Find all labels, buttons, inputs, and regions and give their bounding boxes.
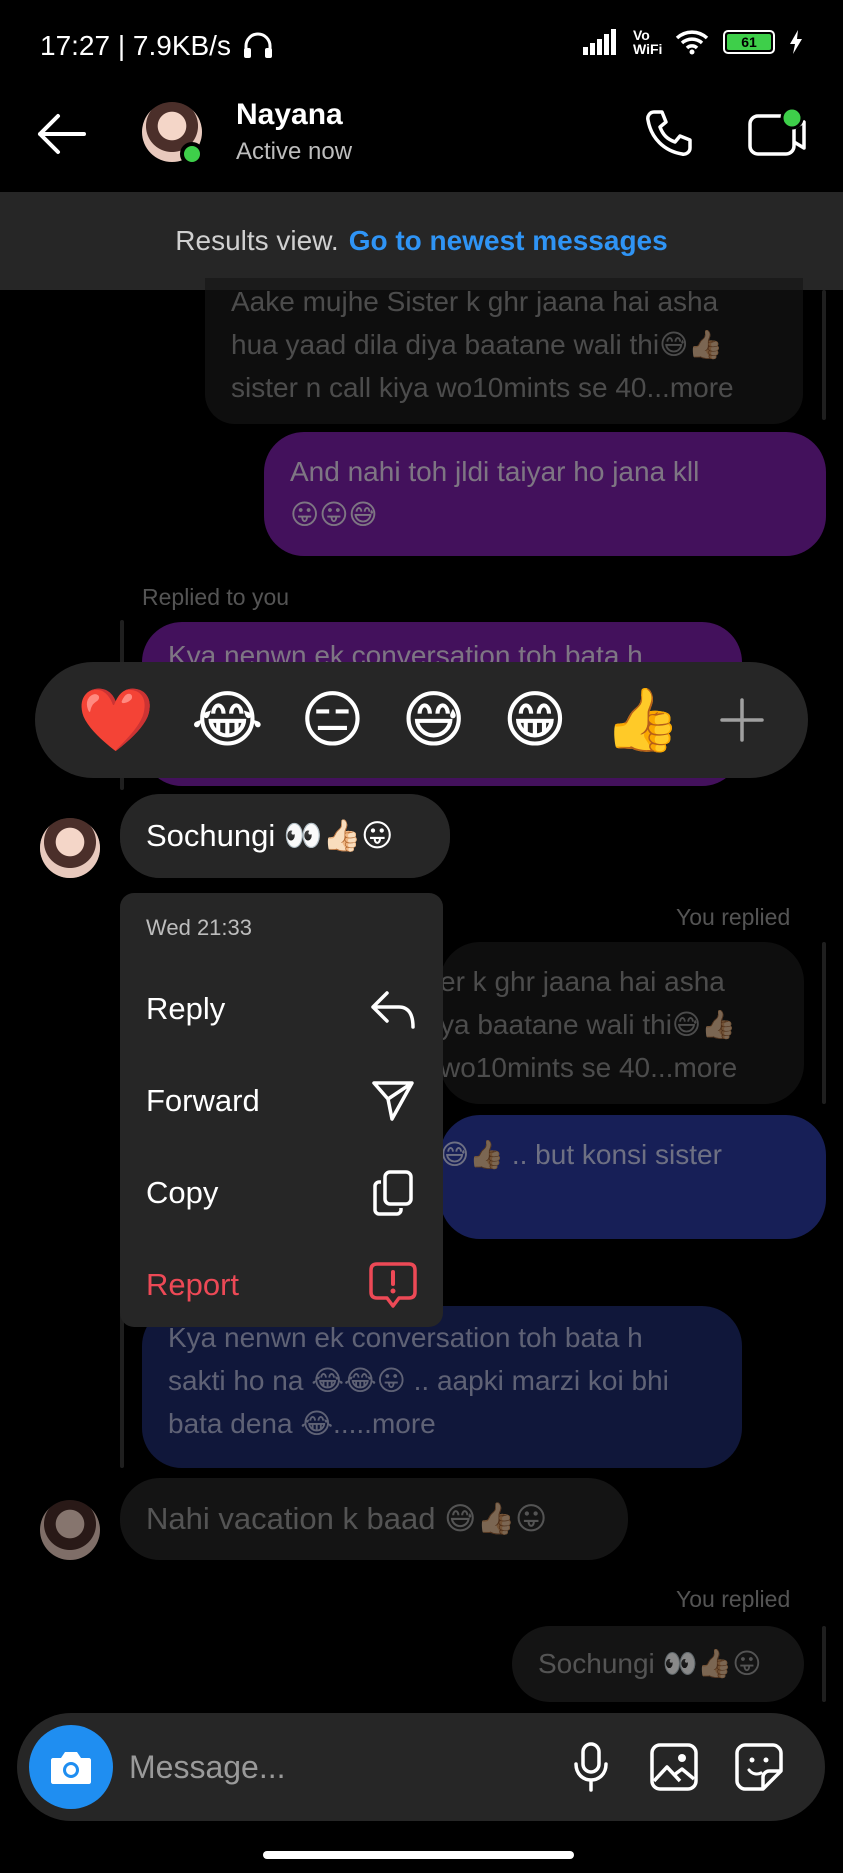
battery-level: 61	[727, 34, 771, 50]
reaction-heart[interactable]: ❤️	[77, 689, 154, 751]
menu-item-label: Report	[146, 1267, 240, 1302]
results-label: Results view.	[175, 225, 339, 256]
message-text: Sochungi 👀👍🏻😛	[146, 818, 394, 853]
menu-item-forward[interactable]: Forward	[146, 1055, 417, 1147]
battery-icon: 61	[723, 30, 775, 54]
camera-button[interactable]	[29, 1725, 113, 1809]
selected-message-highlight[interactable]: Sochungi 👀👍🏻😛	[120, 794, 450, 878]
message-composer	[17, 1713, 825, 1821]
sticker-icon	[735, 1743, 783, 1791]
signal-icon	[583, 29, 616, 55]
selected-sender-avatar	[40, 818, 100, 878]
message-timestamp: Wed 21:33	[146, 915, 253, 940]
status-time: 17:27 | 7.9KB/s	[40, 30, 231, 61]
vowifi-label: Vo WiFi	[633, 27, 663, 57]
menu-item-report[interactable]: Report	[146, 1239, 417, 1331]
menu-item-reply[interactable]: Reply	[146, 963, 417, 1055]
plus-icon[interactable]	[718, 696, 766, 744]
back-arrow-icon[interactable]	[34, 112, 86, 156]
menu-item-label: Forward	[146, 1083, 260, 1118]
microphone-icon	[574, 1742, 608, 1792]
menu-item-label: Copy	[146, 1175, 219, 1210]
reaction-grin[interactable]: 😁	[503, 689, 568, 751]
camera-icon	[51, 1752, 91, 1784]
microphone-button[interactable]	[565, 1741, 617, 1793]
reaction-laughing[interactable]: 😂	[191, 689, 263, 751]
phone-icon[interactable]	[644, 108, 694, 158]
reaction-sweat-smile[interactable]: 😅	[401, 689, 466, 751]
reaction-thumbs-up[interactable]: 👍	[604, 689, 681, 751]
message-context-menu: Wed 21:33 Reply Forward Copy Report	[120, 893, 443, 1327]
reaction-bar: ❤️ 😂 😑 😅 😁 👍	[35, 662, 808, 778]
report-icon	[369, 1261, 417, 1309]
contact-status: Active now	[236, 138, 353, 165]
headphones-icon	[244, 32, 272, 58]
gallery-button[interactable]	[648, 1741, 700, 1793]
charging-icon	[790, 30, 802, 54]
gallery-icon	[650, 1743, 698, 1791]
results-banner: Results view. Go to newest messages	[0, 192, 843, 290]
menu-item-copy[interactable]: Copy	[146, 1147, 417, 1239]
video-call-icon[interactable]	[746, 106, 806, 158]
wifi-icon	[675, 30, 709, 55]
home-indicator[interactable]	[263, 1851, 574, 1859]
copy-icon	[369, 1169, 417, 1217]
sticker-button[interactable]	[733, 1741, 785, 1793]
contact-name[interactable]: Nayana	[236, 98, 343, 132]
reaction-expressionless[interactable]: 😑	[300, 689, 365, 751]
online-indicator	[180, 142, 204, 166]
send-icon	[369, 1077, 417, 1125]
message-input[interactable]	[129, 1743, 549, 1791]
menu-item-label: Reply	[146, 991, 226, 1026]
go-to-newest-link[interactable]: Go to newest messages	[349, 225, 668, 257]
status-icons: Vo WiFi 61	[583, 28, 803, 56]
reply-icon	[369, 985, 417, 1033]
